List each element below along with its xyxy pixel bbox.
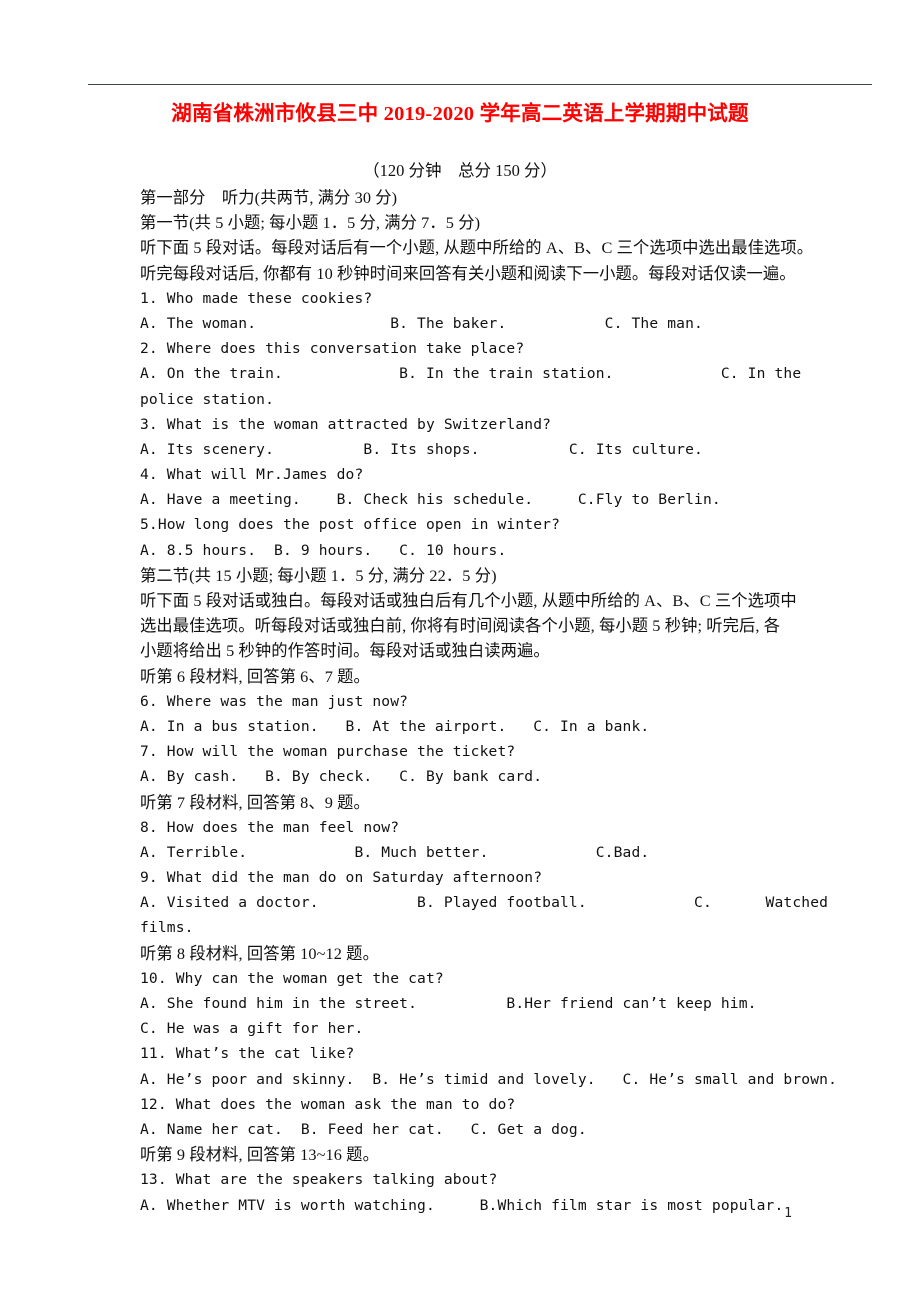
text-line: 第一节(共 5 小题; 每小题 1．5 分, 满分 7．5 分) [140, 213, 481, 233]
text-line: A. The woman. B. The baker. C. The man. [140, 314, 703, 332]
text-line: 1. Who made these cookies? [140, 289, 373, 307]
text-line: 6. Where was the man just now? [140, 692, 409, 710]
text-line: 选出最佳选项。听每段对话或独白前, 你将有时间阅读各个小题, 每小题 5 秒钟;… [140, 616, 781, 636]
page-number: 1 [784, 1206, 792, 1221]
text-line: A. Visited a doctor. B. Played football.… [140, 894, 829, 912]
text-line: A. On the train. B. In the train station… [140, 365, 802, 383]
exam-duration-and-score: （120 分钟 总分 150 分） [363, 161, 557, 180]
text-line: A. In a bus station. B. At the airport. … [140, 717, 650, 735]
text-line: 9. What did the man do on Saturday after… [140, 869, 543, 887]
text-line: C. He was a gift for her. [140, 1020, 364, 1038]
text-line: 2. Where does this conversation take pla… [140, 340, 525, 358]
text-line: 7. How will the woman purchase the ticke… [140, 743, 516, 761]
text-line: A. Have a meeting. B. Check his schedule… [140, 491, 721, 509]
text-line: 第二节(共 15 小题; 每小题 1．5 分, 满分 22．5 分) [140, 565, 497, 585]
text-line: A. By cash. B. By check. C. By bank card… [140, 768, 543, 786]
text-line: 听下面 5 段对话或独白。每段对话或独白后有几个小题, 从题中所给的 A、B、C… [140, 591, 797, 610]
text-line: A. 8.5 hours. B. 9 hours. C. 10 hours. [140, 541, 507, 559]
text-line: 4. What will Mr.James do? [140, 466, 364, 484]
text-line: A. Name her cat. B. Feed her cat. C. Get… [140, 1120, 587, 1138]
text-line: A. Terrible. B. Much better. C.Bad. [140, 843, 650, 861]
text-line: 第一部分 听力(共两节, 满分 30 分) [140, 188, 398, 207]
text-line: films. [140, 919, 194, 937]
text-line: 5.How long does the post office open in … [140, 516, 561, 534]
page-title: 湖南省株洲市攸县三中 2019-2020 学年高二英语上学期期中试题 [171, 103, 749, 125]
exam-body-text: 第一部分 听力(共两节, 满分 30 分) 第一节(共 5 小题; 每小题 1．5… [140, 185, 838, 1218]
header-separator-rule [88, 84, 872, 85]
text-line: 11. What’s the cat like? [140, 1045, 355, 1063]
text-line: A. Its scenery. B. Its shops. C. Its cul… [140, 440, 703, 458]
text-line: 8. How does the man feel now? [140, 818, 400, 836]
text-line: 听第 7 段材料, 回答第 8、9 题。 [140, 792, 370, 812]
text-line: 小题将给出 5 秒钟的作答时间。每段对话或独白读两遍。 [140, 641, 550, 661]
text-line: 听下面 5 段对话。每段对话后有一个小题, 从题中所给的 A、B、C 三个选项中… [140, 238, 814, 258]
text-line: police station. [140, 390, 275, 408]
text-line: A. He’s poor and skinny. B. He’s timid a… [140, 1070, 838, 1088]
text-line: 听第 8 段材料, 回答第 10~12 题。 [140, 943, 379, 963]
text-line: 10. Why can the woman get the cat? [140, 969, 444, 987]
text-line: A. She found him in the street. B.Her fr… [140, 995, 757, 1012]
text-line: 12. What does the woman ask the man to d… [140, 1095, 516, 1113]
text-line: 3. What is the woman attracted by Switze… [140, 415, 552, 433]
text-line: 13. What are the speakers talking about? [140, 1171, 498, 1189]
text-line: 听第 6 段材料, 回答第 6、7 题。 [140, 666, 370, 686]
text-line: 听第 9 段材料, 回答第 13~16 题。 [140, 1145, 379, 1165]
exam-paper-page: 湖南省株洲市攸县三中 2019-2020 学年高二英语上学期期中试题 （120 … [0, 0, 920, 1302]
text-line: 听完每段对话后, 你都有 10 秒钟时间来回答有关小题和阅读下一小题。每段对话仅… [140, 263, 796, 283]
